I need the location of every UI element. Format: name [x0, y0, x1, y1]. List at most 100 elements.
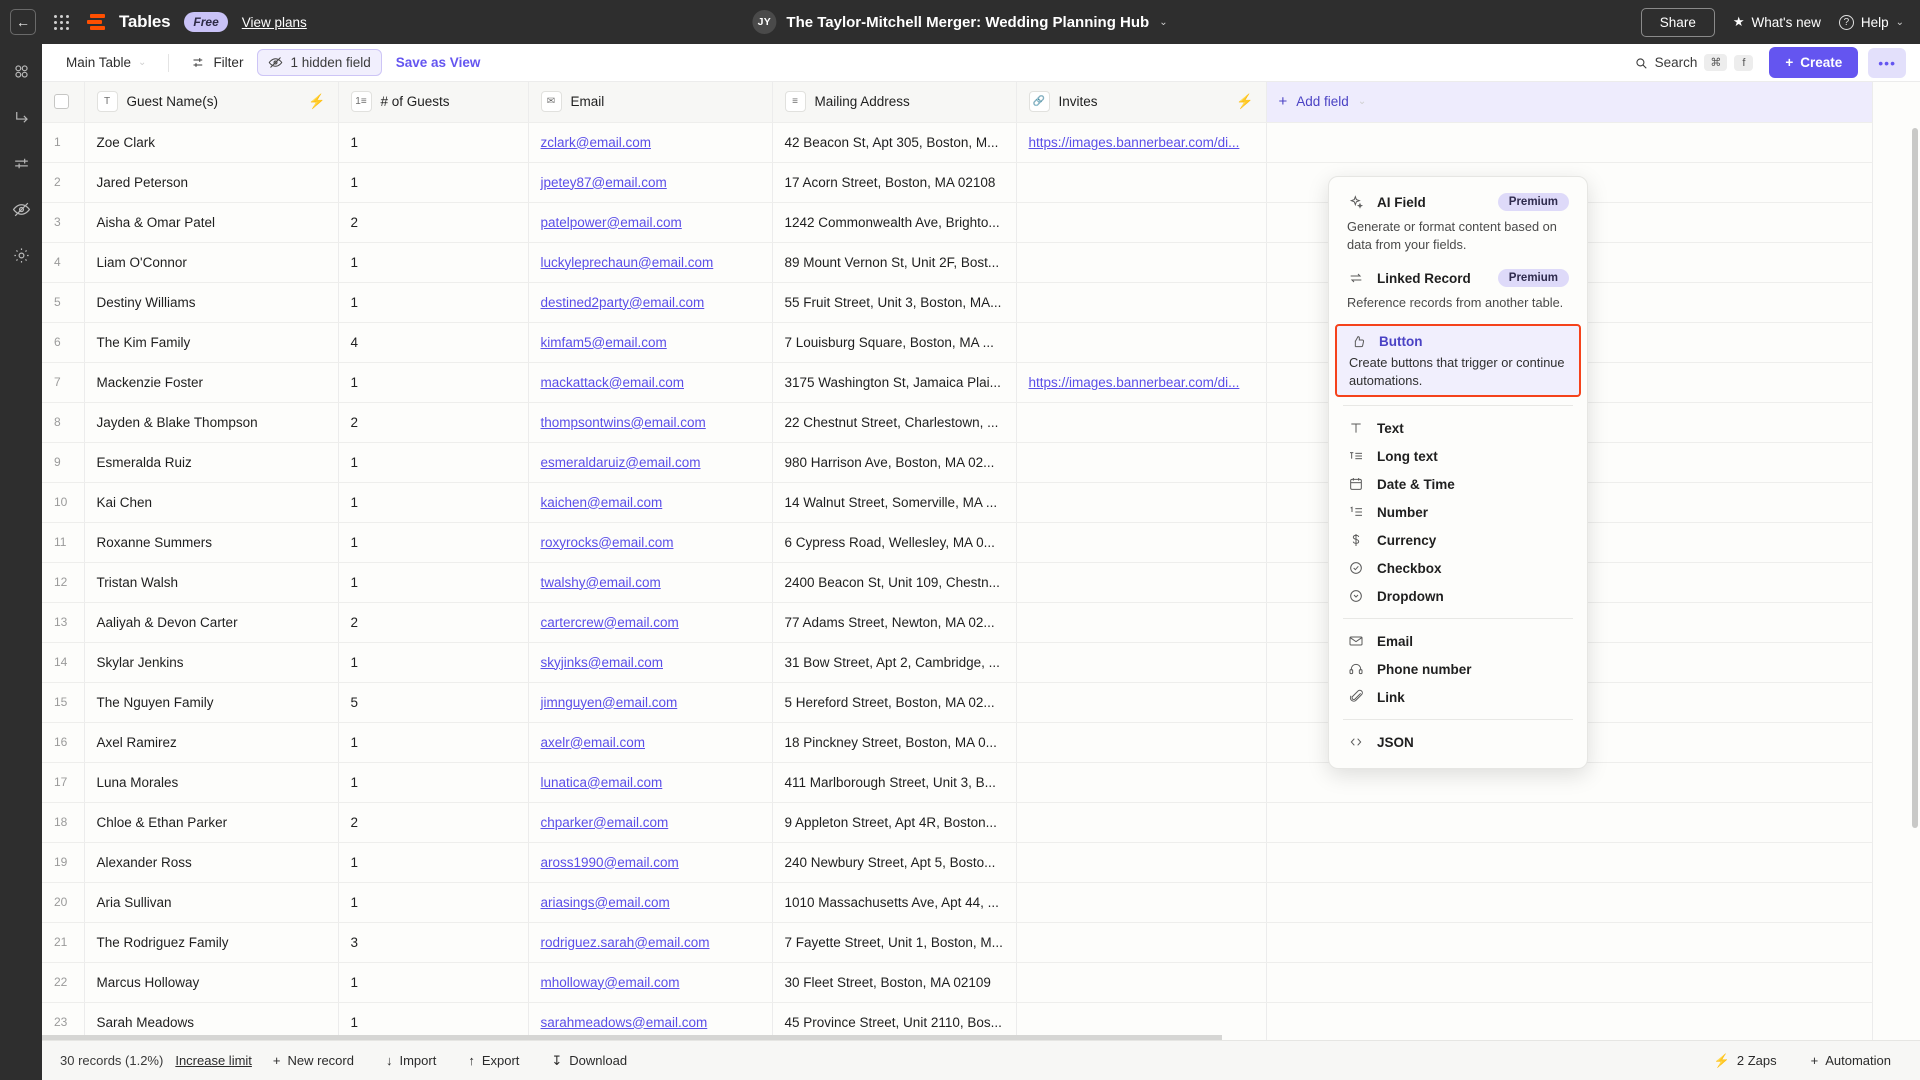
cell-guest-name[interactable]: Kai Chen — [84, 482, 339, 523]
menu-item-button[interactable]: Button — [1337, 331, 1579, 353]
email-link[interactable]: mholloway@email.com — [541, 975, 680, 990]
cell-guest-name[interactable]: Aaliyah & Devon Carter — [84, 602, 339, 643]
cell-email[interactable]: cartercrew@email.com — [528, 602, 773, 643]
cell-invites[interactable] — [1016, 402, 1267, 443]
cell-num-guests[interactable]: 2 — [338, 202, 529, 243]
automation-button[interactable]: + Automation — [1800, 1048, 1902, 1073]
hidden-field-button[interactable]: 1 hidden field — [257, 49, 382, 76]
column-header-num-guests[interactable]: 1≡ # of Guests — [338, 82, 529, 123]
cell-guest-name[interactable]: Roxanne Summers — [84, 522, 339, 563]
cell-email[interactable]: patelpower@email.com — [528, 202, 773, 243]
cell-guest-name[interactable]: Marcus Holloway — [84, 962, 339, 1003]
table-row[interactable]: 10 Kai Chen 1 kaichen@email.com 14 Walnut St… — [42, 482, 1873, 523]
cell-email[interactable]: chparker@email.com — [528, 802, 773, 843]
email-link[interactable]: destined2party@email.com — [541, 295, 705, 310]
horizontal-scrollbar[interactable] — [42, 1035, 1222, 1040]
cell-invites[interactable] — [1016, 282, 1267, 323]
search-button[interactable]: Search ⌘ f — [1628, 50, 1760, 75]
chevron-down-icon[interactable]: ⌄ — [1159, 17, 1167, 28]
help-button[interactable]: ? Help ⌄ — [1838, 14, 1904, 30]
table-row[interactable]: 7 Mackenzie Foster 1 mackattack@email.com 31… — [42, 362, 1873, 403]
cell-invites[interactable] — [1016, 802, 1267, 843]
filter-sliders-icon[interactable] — [10, 152, 32, 174]
cell-guest-name[interactable]: The Rodriguez Family — [84, 922, 339, 963]
cell-email[interactable]: skyjinks@email.com — [528, 642, 773, 683]
email-link[interactable]: thompsontwins@email.com — [541, 415, 706, 430]
cell-email[interactable]: luckyleprechaun@email.com — [528, 242, 773, 283]
cell-guest-name[interactable]: The Nguyen Family — [84, 682, 339, 723]
cell-email[interactable]: esmeraldaruiz@email.com — [528, 442, 773, 483]
cell-guest-name[interactable]: Aria Sullivan — [84, 882, 339, 923]
cell-mailing-address[interactable]: 30 Fleet Street, Boston, MA 02109 — [772, 962, 1017, 1003]
cell-email[interactable]: lunatica@email.com — [528, 762, 773, 803]
email-link[interactable]: jpetey87@email.com — [541, 175, 667, 190]
cell-num-guests[interactable]: 1 — [338, 522, 529, 563]
cell-invites[interactable] — [1016, 882, 1267, 923]
view-selector[interactable]: Main Table ⌄ — [56, 50, 156, 75]
cell-mailing-address[interactable]: 2400 Beacon St, Unit 109, Chestn... — [772, 562, 1017, 603]
cell-num-guests[interactable]: 1 — [338, 562, 529, 603]
table-row[interactable]: 14 Skylar Jenkins 1 skyjinks@email.com 31 Bo… — [42, 642, 1873, 683]
increase-limit-link[interactable]: Increase limit — [175, 1053, 252, 1068]
email-link[interactable]: jimnguyen@email.com — [541, 695, 678, 710]
table-row[interactable]: 18 Chloe & Ethan Parker 2 chparker@email.co… — [42, 802, 1873, 843]
cell-mailing-address[interactable]: 240 Newbury Street, Apt 5, Bosto... — [772, 842, 1017, 883]
cell-invites[interactable] — [1016, 842, 1267, 883]
cell-guest-name[interactable]: Aisha & Omar Patel — [84, 202, 339, 243]
cell-invites[interactable] — [1016, 722, 1267, 763]
cell-num-guests[interactable]: 2 — [338, 402, 529, 443]
menu-item-dropdown[interactable]: Dropdown — [1329, 582, 1587, 610]
cell-guest-name[interactable]: Zoe Clark — [84, 122, 339, 163]
table-row[interactable]: 4 Liam O'Connor 1 luckyleprechaun@email.com… — [42, 242, 1873, 283]
cell-email[interactable]: aross1990@email.com — [528, 842, 773, 883]
cell-guest-name[interactable]: The Kim Family — [84, 322, 339, 363]
menu-item-ai-field[interactable]: AI Field Premium — [1329, 187, 1587, 217]
table-row[interactable]: 16 Axel Ramirez 1 axelr@email.com 18 Pinckne… — [42, 722, 1873, 763]
table-row[interactable]: 21 The Rodriguez Family 3 rodriguez.sarah@e… — [42, 922, 1873, 963]
cell-guest-name[interactable]: Axel Ramirez — [84, 722, 339, 763]
cell-guest-name[interactable]: Liam O'Connor — [84, 242, 339, 283]
email-link[interactable]: patelpower@email.com — [541, 215, 682, 230]
email-link[interactable]: skyjinks@email.com — [541, 655, 663, 670]
share-button[interactable]: Share — [1640, 7, 1715, 37]
menu-item-date-time[interactable]: Date & Time — [1329, 470, 1587, 498]
cell-guest-name[interactable]: Luna Morales — [84, 762, 339, 803]
cell-mailing-address[interactable]: 9 Appleton Street, Apt 4R, Boston... — [772, 802, 1017, 843]
table-row[interactable]: 5 Destiny Williams 1 destined2party@email.c… — [42, 282, 1873, 323]
cell-num-guests[interactable]: 1 — [338, 762, 529, 803]
menu-item-phone-number[interactable]: Phone number — [1329, 655, 1587, 683]
cell-num-guests[interactable]: 5 — [338, 682, 529, 723]
cell-num-guests[interactable]: 1 — [338, 642, 529, 683]
cell-guest-name[interactable]: Esmeralda Ruiz — [84, 442, 339, 483]
save-as-view-button[interactable]: Save as View — [386, 50, 491, 75]
cell-invites[interactable] — [1016, 322, 1267, 363]
email-link[interactable]: aross1990@email.com — [541, 855, 679, 870]
cell-mailing-address[interactable]: 411 Marlborough Street, Unit 3, B... — [772, 762, 1017, 803]
cell-mailing-address[interactable]: 5 Hereford Street, Boston, MA 02... — [772, 682, 1017, 723]
cell-num-guests[interactable]: 1 — [338, 962, 529, 1003]
cell-email[interactable]: mholloway@email.com — [528, 962, 773, 1003]
cell-num-guests[interactable]: 1 — [338, 242, 529, 283]
email-link[interactable]: cartercrew@email.com — [541, 615, 679, 630]
table-row[interactable]: 11 Roxanne Summers 1 roxyrocks@email.com 6 C… — [42, 522, 1873, 563]
table-row[interactable]: 17 Luna Morales 1 lunatica@email.com 411 Mar… — [42, 762, 1873, 803]
menu-item-currency[interactable]: Currency — [1329, 526, 1587, 554]
cell-mailing-address[interactable]: 42 Beacon St, Apt 305, Boston, M... — [772, 122, 1017, 163]
cell-invites[interactable] — [1016, 602, 1267, 643]
whats-new-button[interactable]: ★ What's new — [1733, 14, 1821, 30]
table-row[interactable]: 15 The Nguyen Family 5 jimnguyen@email.com 5… — [42, 682, 1873, 723]
cell-guest-name[interactable]: Alexander Ross — [84, 842, 339, 883]
cell-invites[interactable] — [1016, 642, 1267, 683]
select-all-checkbox[interactable] — [54, 94, 69, 110]
menu-item-number[interactable]: Number — [1329, 498, 1587, 526]
column-header-guest-names[interactable]: T Guest Name(s) ⚡ — [84, 82, 339, 123]
back-button[interactable]: ← — [10, 9, 36, 35]
grid-scroll-container[interactable]: T Guest Name(s) ⚡ 1≡ # of Guests ✉ Email… — [42, 82, 1920, 1040]
table-row[interactable]: 1 Zoe Clark 1 zclark@email.com 42 Beacon St,… — [42, 122, 1873, 163]
email-link[interactable]: kimfam5@email.com — [541, 335, 667, 350]
cell-invites[interactable] — [1016, 522, 1267, 563]
create-button[interactable]: + Create — [1769, 47, 1859, 78]
cell-email[interactable]: zclark@email.com — [528, 122, 773, 163]
export-button[interactable]: ↑ Export — [457, 1048, 530, 1073]
cell-email[interactable]: kaichen@email.com — [528, 482, 773, 523]
